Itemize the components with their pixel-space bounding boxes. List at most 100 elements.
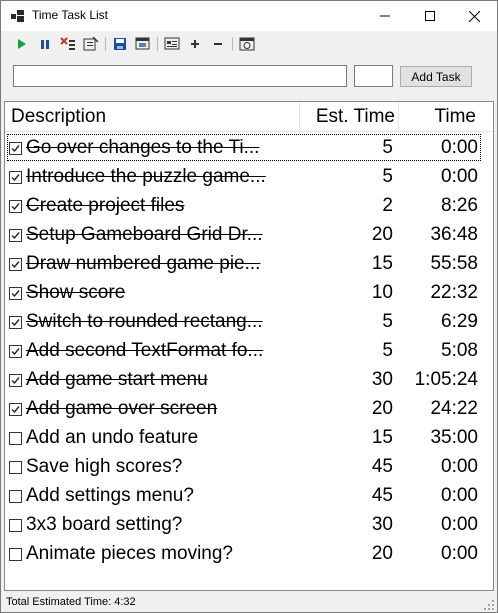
task-done-checkbox[interactable] xyxy=(9,403,22,416)
task-row[interactable]: Create project files 2 8:26 xyxy=(5,191,493,220)
task-details-button[interactable] xyxy=(163,35,181,53)
task-row[interactable]: Introduce the puzzle game... 5 0:00 xyxy=(5,162,493,191)
task-elapsed-time: 0:00 xyxy=(441,543,478,564)
total-estimated-time: Total Estimated Time: 4:32 xyxy=(6,596,136,608)
task-estimated-time: 30 xyxy=(371,369,393,390)
title-bar[interactable]: Time Task List xyxy=(1,1,497,31)
task-done-checkbox[interactable] xyxy=(9,490,22,503)
task-description: Save high scores? xyxy=(26,456,183,477)
clear-list-button[interactable] xyxy=(82,35,100,53)
task-time-input[interactable] xyxy=(354,65,393,87)
check-icon xyxy=(11,261,20,269)
check-icon xyxy=(11,174,20,182)
add-task-button[interactable]: Add Task xyxy=(400,66,472,87)
task-done-checkbox[interactable] xyxy=(9,142,22,155)
task-done-checkbox[interactable] xyxy=(9,374,22,387)
task-done-checkbox[interactable] xyxy=(9,200,22,213)
task-row[interactable]: Switch to rounded rectang... 5 6:29 xyxy=(5,307,493,336)
app-icon xyxy=(11,10,24,22)
maximize-button[interactable] xyxy=(407,1,452,31)
task-done-checkbox[interactable] xyxy=(9,519,22,532)
app-window: Time Task List Add Task Description Est.… xyxy=(0,0,498,613)
timer-window-button[interactable] xyxy=(238,35,256,53)
check-icon xyxy=(11,377,20,385)
task-done-checkbox[interactable] xyxy=(9,171,22,184)
close-button[interactable] xyxy=(452,1,497,31)
task-estimated-time: 5 xyxy=(382,311,393,332)
open-icon xyxy=(135,37,150,50)
task-estimated-time: 5 xyxy=(382,340,393,361)
task-done-checkbox[interactable] xyxy=(9,316,22,329)
task-done-checkbox[interactable] xyxy=(9,229,22,242)
minimize-button[interactable] xyxy=(362,1,407,31)
task-row[interactable]: Add game start menu 30 1:05:24 xyxy=(5,365,493,394)
pause-timer-button[interactable] xyxy=(36,35,54,53)
play-icon xyxy=(18,39,26,49)
column-header-est-time[interactable]: Est. Time xyxy=(299,102,395,132)
task-row[interactable]: Add settings menu? 45 0:00 xyxy=(5,481,493,510)
save-icon xyxy=(114,38,126,50)
task-estimated-time: 15 xyxy=(371,253,393,274)
task-row[interactable]: Go over changes to the Ti... 5 0:00 xyxy=(5,133,493,162)
task-description: Draw numbered game pie... xyxy=(26,253,261,274)
plus-icon xyxy=(191,40,199,48)
check-icon xyxy=(11,348,20,356)
task-done-checkbox[interactable] xyxy=(9,287,22,300)
resize-grip-icon[interactable] xyxy=(484,600,494,610)
task-estimated-time: 5 xyxy=(382,137,393,158)
save-button[interactable] xyxy=(111,35,129,53)
task-description: Setup Gameboard Grid Dr... xyxy=(26,224,263,245)
task-done-checkbox[interactable] xyxy=(9,345,22,358)
task-row[interactable]: Draw numbered game pie... 15 55:58 xyxy=(5,249,493,278)
task-list[interactable]: Description Est. Time Time Go over chang… xyxy=(4,101,494,591)
task-row[interactable]: Setup Gameboard Grid Dr... 20 36:48 xyxy=(5,220,493,249)
task-estimated-time: 2 xyxy=(382,195,393,216)
task-description-input[interactable] xyxy=(13,65,347,87)
task-row[interactable]: Add an undo feature 15 35:00 xyxy=(5,423,493,452)
task-elapsed-time: 36:48 xyxy=(430,224,478,245)
task-estimated-time: 5 xyxy=(382,166,393,187)
open-button[interactable] xyxy=(134,35,152,53)
maximize-icon xyxy=(424,11,435,21)
delete-completed-button[interactable] xyxy=(59,35,77,53)
task-row[interactable]: Add game over screen 20 24:22 xyxy=(5,394,493,423)
task-elapsed-time: 0:00 xyxy=(441,166,478,187)
task-description: Add second TextFormat fo... xyxy=(26,340,264,361)
task-estimated-time: 30 xyxy=(371,514,393,535)
column-header-description[interactable]: Description xyxy=(11,102,106,132)
task-elapsed-time: 6:29 xyxy=(441,311,478,332)
task-done-checkbox[interactable] xyxy=(9,258,22,271)
column-header-time[interactable]: Time xyxy=(398,102,476,132)
task-row[interactable]: Add second TextFormat fo... 5 5:08 xyxy=(5,336,493,365)
task-elapsed-time: 24:22 xyxy=(430,398,478,419)
list-header: Description Est. Time Time xyxy=(5,102,493,132)
task-elapsed-time: 5:08 xyxy=(441,340,478,361)
timer-icon xyxy=(239,37,255,51)
check-icon xyxy=(11,232,20,240)
task-row[interactable]: Animate pieces moving? 20 0:00 xyxy=(5,539,493,568)
minus-icon xyxy=(214,43,222,45)
task-row[interactable]: 3x3 board setting? 30 0:00 xyxy=(5,510,493,539)
task-elapsed-time: 55:58 xyxy=(430,253,478,274)
task-elapsed-time: 0:00 xyxy=(441,137,478,158)
check-icon xyxy=(11,319,20,327)
details-icon xyxy=(164,37,180,50)
status-bar: Total Estimated Time: 4:32 xyxy=(1,592,497,612)
task-done-checkbox[interactable] xyxy=(9,461,22,474)
close-icon xyxy=(469,10,480,22)
pause-icon xyxy=(41,40,49,49)
task-row[interactable]: Show score 10 22:32 xyxy=(5,278,493,307)
task-estimated-time: 15 xyxy=(371,427,393,448)
task-description: Add settings menu? xyxy=(26,485,194,506)
window-title: Time Task List xyxy=(32,8,109,22)
task-row[interactable]: Save high scores? 45 0:00 xyxy=(5,452,493,481)
decrease-button[interactable] xyxy=(209,35,227,53)
task-estimated-time: 20 xyxy=(371,224,393,245)
check-icon xyxy=(11,406,20,414)
increase-button[interactable] xyxy=(186,35,204,53)
check-icon xyxy=(11,290,20,298)
start-timer-button[interactable] xyxy=(12,35,30,53)
task-elapsed-time: 35:00 xyxy=(430,427,478,448)
task-done-checkbox[interactable] xyxy=(9,548,22,561)
task-done-checkbox[interactable] xyxy=(9,432,22,445)
